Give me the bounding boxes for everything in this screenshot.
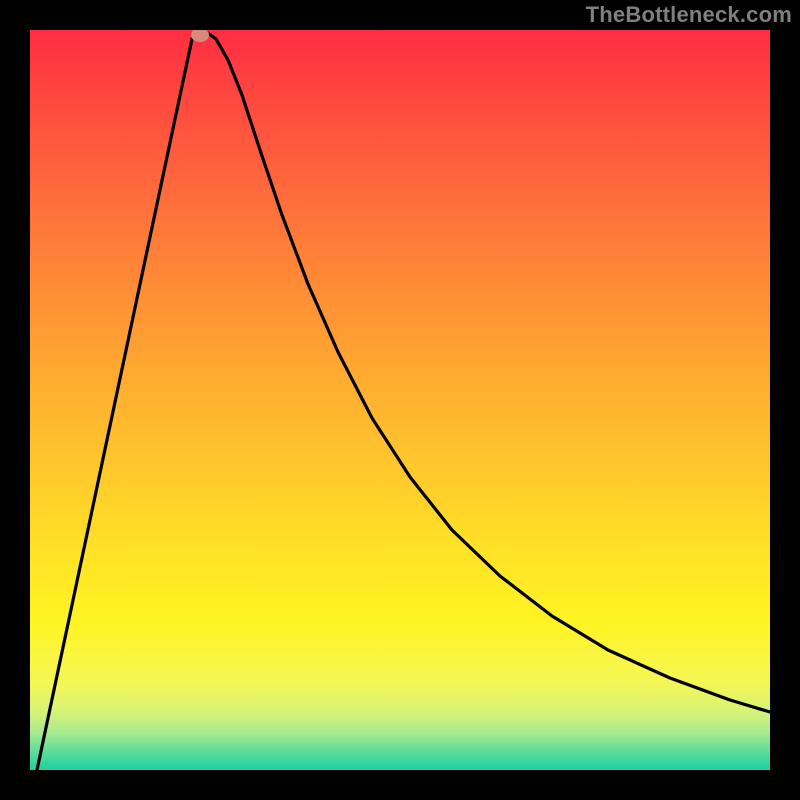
chart-frame: TheBottleneck.com <box>0 0 800 800</box>
curve-svg <box>30 30 770 770</box>
optimal-point-marker <box>191 30 209 42</box>
bottleneck-curve <box>37 30 770 770</box>
plot-area <box>30 30 770 770</box>
watermark-text: TheBottleneck.com <box>586 2 792 28</box>
